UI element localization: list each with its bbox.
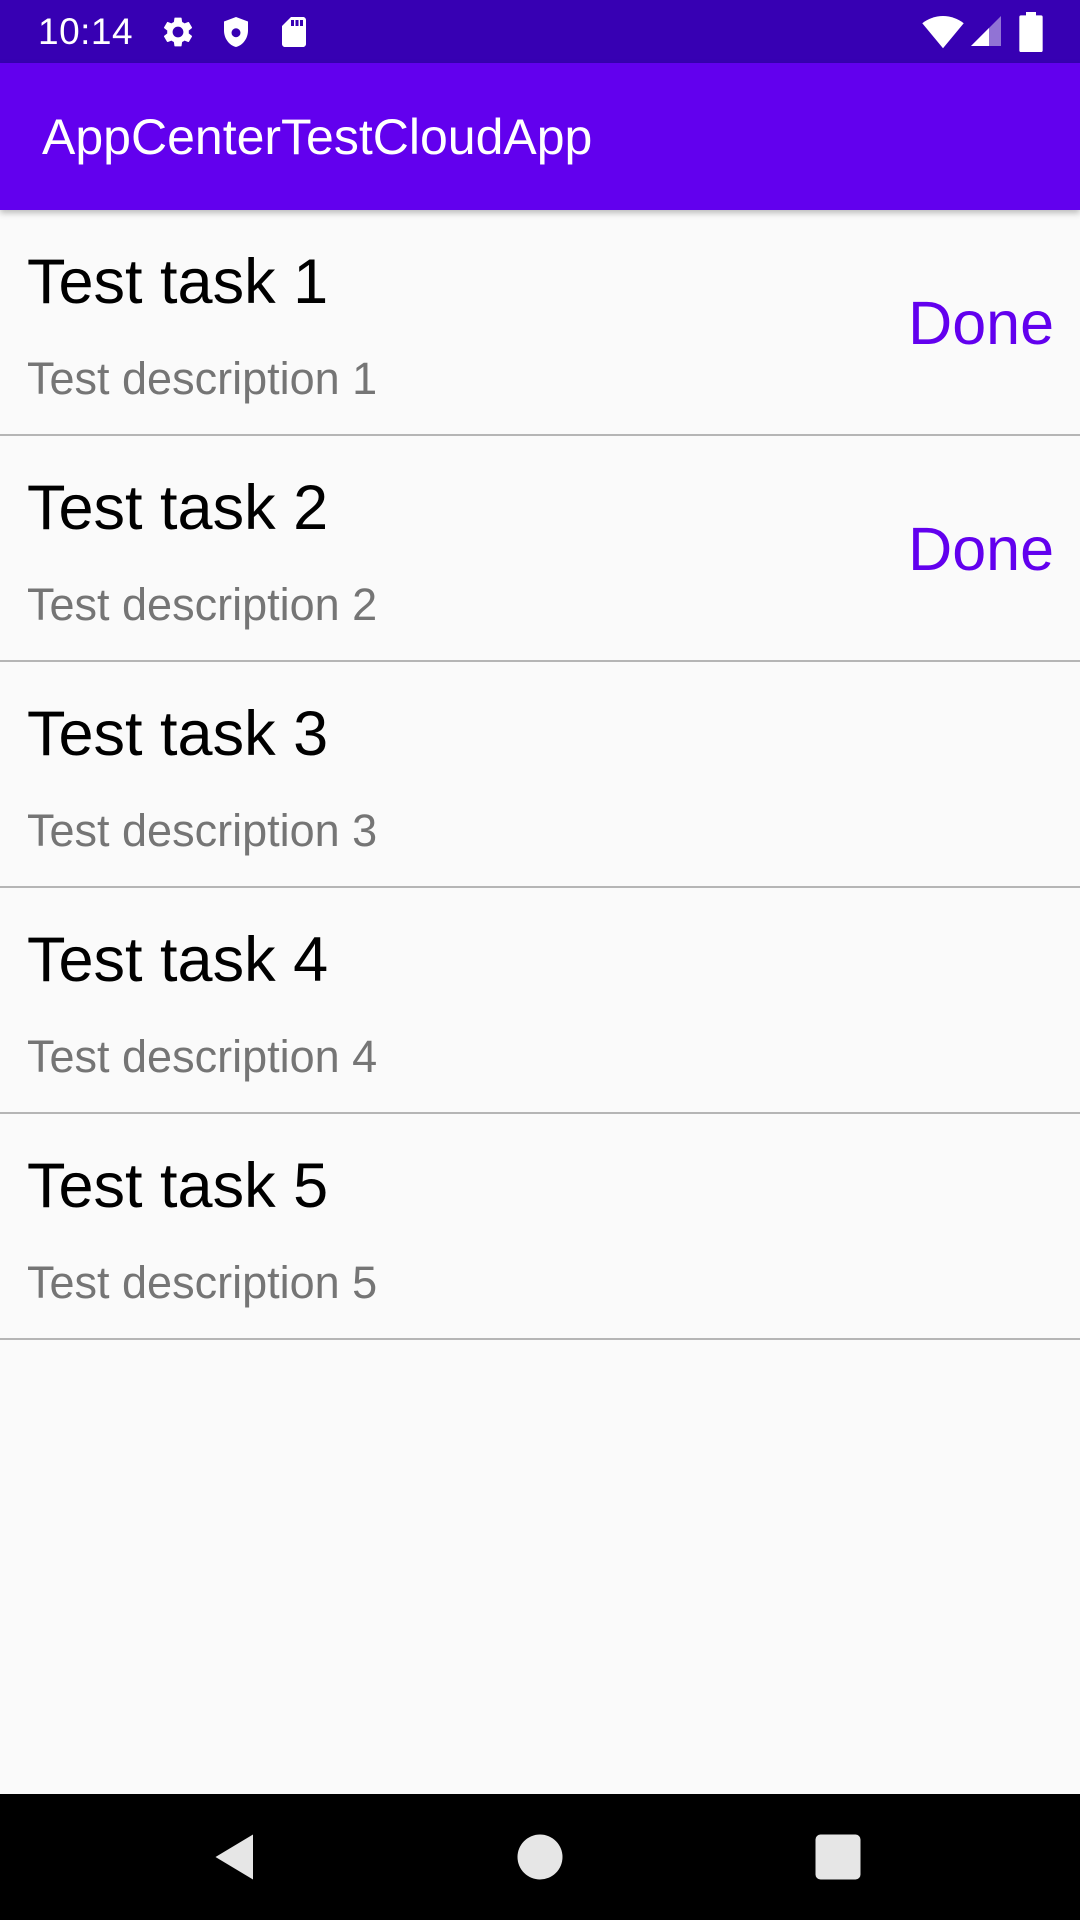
app-bar: AppCenterTestCloudApp bbox=[0, 63, 1080, 210]
task-description: Test description 3 bbox=[27, 805, 378, 856]
recents-icon[interactable] bbox=[808, 1827, 868, 1887]
task-description: Test description 4 bbox=[27, 1031, 378, 1082]
task-row-2[interactable]: Test task 2 Test description 2 Done bbox=[0, 436, 1080, 662]
app-screen: 10:14 AppCenterTestCloudApp Test task 1 … bbox=[0, 0, 1080, 1920]
back-icon[interactable] bbox=[208, 1827, 268, 1887]
battery-icon bbox=[1018, 12, 1044, 52]
task-row-4[interactable]: Test task 4 Test description 4 bbox=[0, 888, 1080, 1114]
status-bar: 10:14 bbox=[0, 0, 1080, 63]
app-title: AppCenterTestCloudApp bbox=[42, 109, 593, 165]
task-title: Test task 2 bbox=[27, 473, 329, 543]
wifi-icon bbox=[922, 12, 964, 50]
task-title: Test task 5 bbox=[27, 1151, 329, 1221]
task-description: Test description 2 bbox=[27, 579, 378, 630]
task-description: Test description 5 bbox=[27, 1257, 378, 1308]
task-list[interactable]: Test task 1 Test description 1 Done Test… bbox=[0, 210, 1080, 1340]
home-icon[interactable] bbox=[510, 1827, 570, 1887]
done-button[interactable]: Done bbox=[908, 512, 1054, 586]
task-description: Test description 1 bbox=[27, 353, 378, 404]
shield-icon bbox=[218, 14, 254, 50]
status-time: 10:14 bbox=[38, 11, 134, 52]
sd-card-icon bbox=[276, 14, 312, 50]
task-title: Test task 1 bbox=[27, 247, 329, 317]
signal-icon bbox=[968, 13, 1004, 49]
task-title: Test task 3 bbox=[27, 699, 329, 769]
task-row-5[interactable]: Test task 5 Test description 5 bbox=[0, 1114, 1080, 1340]
task-title: Test task 4 bbox=[27, 925, 329, 995]
done-button[interactable]: Done bbox=[908, 286, 1054, 360]
settings-icon bbox=[160, 14, 196, 50]
task-row-3[interactable]: Test task 3 Test description 3 bbox=[0, 662, 1080, 888]
task-row-1[interactable]: Test task 1 Test description 1 Done bbox=[0, 210, 1080, 436]
navigation-bar bbox=[0, 1794, 1080, 1920]
